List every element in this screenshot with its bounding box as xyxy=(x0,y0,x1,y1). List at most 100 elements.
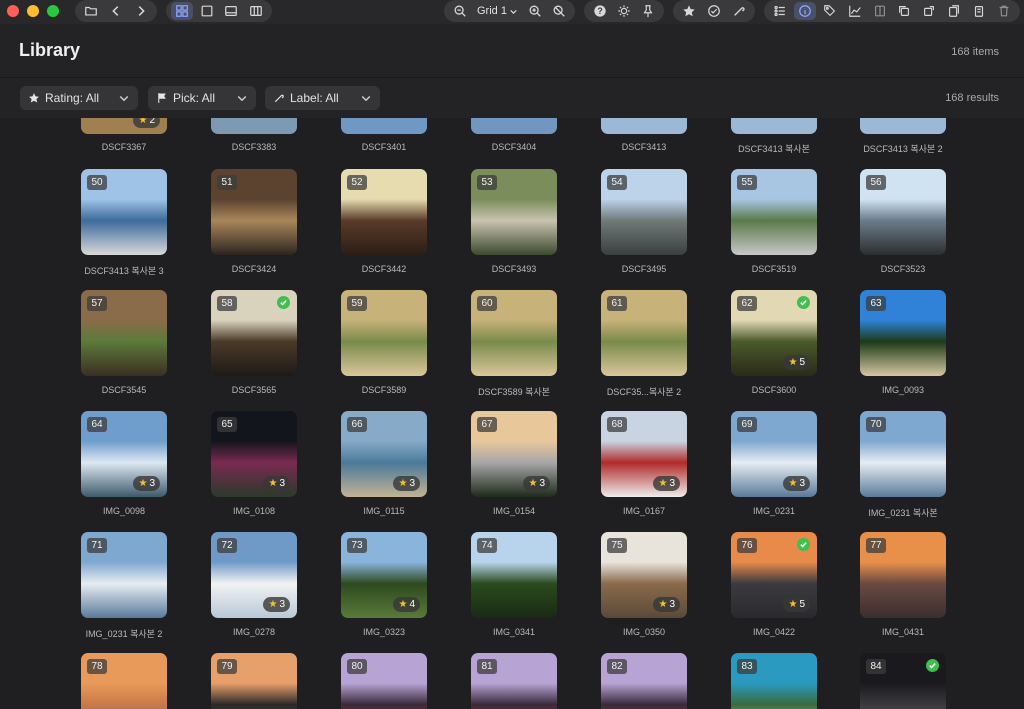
photo-thumbnail[interactable]: 79 xyxy=(211,653,297,709)
brightness-icon[interactable] xyxy=(613,2,635,20)
rating-badge: ★ 3 xyxy=(783,476,810,491)
check-icon[interactable] xyxy=(703,2,725,20)
photo-thumbnail[interactable]: 50 xyxy=(81,169,167,255)
crop-icon[interactable] xyxy=(918,2,940,20)
photo-thumbnail[interactable]: 74 xyxy=(471,532,557,618)
duplicate-icon[interactable] xyxy=(968,2,990,20)
rating-value: 3 xyxy=(539,478,545,489)
copy-icon[interactable] xyxy=(893,2,915,20)
star-icon: ★ xyxy=(788,357,798,368)
photo-thumbnail[interactable]: 80 xyxy=(341,653,427,709)
photo-thumbnail[interactable]: 65 ★ 3 xyxy=(211,411,297,497)
flag-icon xyxy=(158,93,166,103)
photo-thumbnail[interactable]: 63 xyxy=(860,290,946,376)
star-icon[interactable] xyxy=(678,2,700,20)
photo-thumbnail[interactable]: 71 xyxy=(81,532,167,618)
photo-filename: DSCF3545 xyxy=(101,385,147,395)
photo-thumbnail[interactable]: 70 xyxy=(860,411,946,497)
filmstrip-view-icon[interactable] xyxy=(220,2,242,20)
paste-icon[interactable] xyxy=(943,2,965,20)
pick-filter-label: Pick: All xyxy=(173,91,216,105)
photo-thumbnail[interactable]: 72 ★ 3 xyxy=(211,532,297,618)
photo-thumbnail[interactable]: 64 ★ 3 xyxy=(81,411,167,497)
close-window-button[interactable] xyxy=(7,5,19,17)
rating-value: 3 xyxy=(669,478,675,489)
photo-filename: DSCF3383 xyxy=(231,142,277,152)
forward-icon[interactable] xyxy=(130,2,152,20)
zoom-in-icon[interactable] xyxy=(524,2,546,20)
photo-thumbnail[interactable]: 83 xyxy=(731,653,817,709)
info-icon[interactable] xyxy=(794,2,817,20)
navigation-group xyxy=(75,0,157,22)
minimize-window-button[interactable] xyxy=(27,5,39,17)
photo-thumbnail[interactable] xyxy=(341,118,427,134)
photo-thumbnail[interactable]: 66 ★ 3 xyxy=(341,411,427,497)
photo-thumbnail[interactable]: 58 xyxy=(211,290,297,376)
photo-thumbnail[interactable]: 68 ★ 3 xyxy=(601,411,687,497)
folder-icon[interactable] xyxy=(80,2,102,20)
photo-filename: IMG_0323 xyxy=(362,627,406,637)
photo-filename: DSCF3589 복사본 xyxy=(478,387,550,397)
label-filter[interactable]: Label: All xyxy=(265,86,380,110)
pick-check-icon xyxy=(797,538,810,551)
rating-group xyxy=(673,0,755,22)
photo-thumbnail[interactable]: 73 ★ 4 xyxy=(341,532,427,618)
photo-filename: DSCF3367 xyxy=(101,142,147,152)
photo-thumbnail[interactable]: 51 xyxy=(211,169,297,255)
photo-thumbnail[interactable]: 84 xyxy=(860,653,946,709)
photo-thumbnail[interactable]: 52 xyxy=(341,169,427,255)
photo-thumbnail[interactable]: 82 xyxy=(601,653,687,709)
photo-grid[interactable]: ★ 2 DSCF3367 DSCF3383 DSCF3401 DSCF3404 DSCF34… xyxy=(0,118,1024,709)
photo-thumbnail[interactable] xyxy=(211,118,297,134)
rating-filter[interactable]: Rating: All xyxy=(20,86,138,110)
photo-thumbnail[interactable]: ★ 2 xyxy=(81,118,167,134)
photo-thumbnail[interactable]: 77 xyxy=(860,532,946,618)
single-view-icon[interactable] xyxy=(196,2,218,20)
help-icon[interactable]: ? xyxy=(589,2,611,20)
photo-thumbnail[interactable]: 62 ★ 5 xyxy=(731,290,817,376)
rating-value: 3 xyxy=(409,478,415,489)
zoom-out-icon[interactable] xyxy=(449,2,471,20)
photo-thumbnail[interactable]: 69 ★ 3 xyxy=(731,411,817,497)
photo-filename: IMG_0341 xyxy=(492,627,536,637)
photo-thumbnail[interactable]: 81 xyxy=(471,653,557,709)
trash-icon[interactable] xyxy=(993,2,1015,20)
tags-icon[interactable] xyxy=(819,2,841,20)
photo-thumbnail[interactable]: 67 ★ 3 xyxy=(471,411,557,497)
back-icon[interactable] xyxy=(105,2,127,20)
photo-filename: IMG_0231 xyxy=(752,506,796,516)
zoom-reset-icon[interactable] xyxy=(548,2,570,20)
compare-view-icon[interactable] xyxy=(245,2,267,20)
photo-filename: DSCF3413 xyxy=(621,142,667,152)
panel-icon[interactable] xyxy=(869,2,891,20)
photo-thumbnail[interactable] xyxy=(860,118,946,134)
list-icon[interactable] xyxy=(769,2,791,20)
photo-thumbnail[interactable]: 53 xyxy=(471,169,557,255)
photo-thumbnail[interactable]: 55 xyxy=(731,169,817,255)
grid-size-select[interactable]: Grid 1 xyxy=(473,2,522,20)
photo-thumbnail[interactable] xyxy=(731,118,817,134)
photo-thumbnail[interactable]: 61 xyxy=(601,290,687,376)
histogram-icon[interactable] xyxy=(844,2,866,20)
photo-thumbnail[interactable]: 56 xyxy=(860,169,946,255)
rating-value: 3 xyxy=(799,478,805,489)
library-header: Library 168 items xyxy=(0,24,1024,78)
pin-icon[interactable] xyxy=(637,2,659,20)
photo-index-badge: 71 xyxy=(87,538,107,553)
star-icon: ★ xyxy=(138,478,148,489)
photo-thumbnail[interactable]: 54 xyxy=(601,169,687,255)
photo-thumbnail[interactable]: 57 xyxy=(81,290,167,376)
eyedropper-icon[interactable] xyxy=(728,2,750,20)
photo-filename: DSCF3523 xyxy=(880,264,926,274)
photo-thumbnail[interactable]: 76 ★ 5 xyxy=(731,532,817,618)
photo-thumbnail[interactable]: 75 ★ 3 xyxy=(601,532,687,618)
pick-filter[interactable]: Pick: All xyxy=(148,86,256,110)
photo-thumbnail[interactable]: 78 xyxy=(81,653,167,709)
photo-thumbnail[interactable] xyxy=(471,118,557,134)
photo-thumbnail[interactable]: 59 xyxy=(341,290,427,376)
grid-view-icon[interactable] xyxy=(171,2,194,20)
rating-badge: ★ 5 xyxy=(783,597,810,612)
photo-thumbnail[interactable] xyxy=(601,118,687,134)
photo-thumbnail[interactable]: 60 xyxy=(471,290,557,376)
zoom-window-button[interactable] xyxy=(47,5,59,17)
